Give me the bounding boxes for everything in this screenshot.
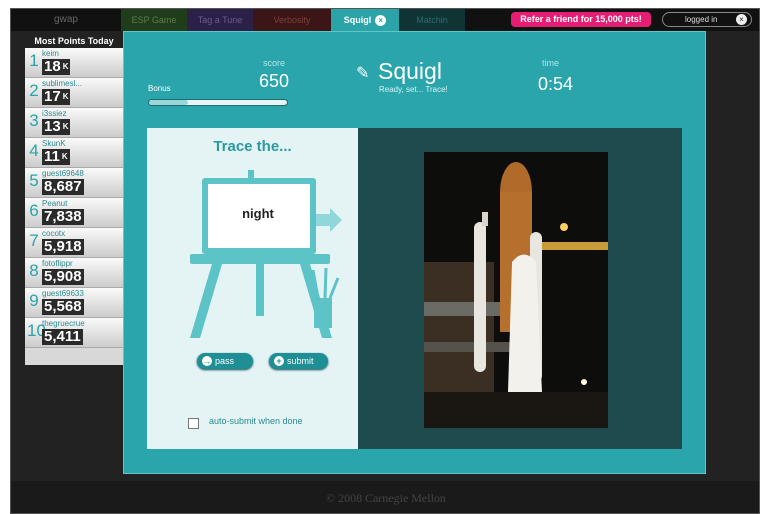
- leaderboard-row: 10 thegruecrue 5,411: [25, 318, 123, 348]
- footer-org: Carnegie Mellon: [364, 491, 446, 505]
- leaderboard-points: 5,411: [42, 329, 83, 345]
- bonus-bar-fill: [149, 100, 188, 105]
- leaderboard-row: 6 Peanut 7,838: [25, 198, 123, 228]
- tab-squigl[interactable]: Squigl ×: [331, 9, 399, 31]
- submit-label: submit: [287, 356, 314, 366]
- bonus-label: Bonus: [148, 84, 171, 93]
- bonus-bar: [148, 99, 288, 106]
- leaderboard-row: 5 guest69648 8,687: [25, 168, 123, 198]
- leaderboard-rank: 3: [29, 111, 39, 130]
- points-value: 5,568: [44, 298, 82, 315]
- leaderboard-row: 7 cocotx 5,918: [25, 228, 123, 258]
- tab-verbosity[interactable]: Verbosity: [253, 9, 331, 31]
- leaderboard-name[interactable]: Peanut: [42, 199, 106, 208]
- pass-button[interactable]: → pass: [197, 353, 253, 369]
- points-value: 13: [44, 118, 61, 135]
- game-panel: score 650 Bonus ✎ Squigl Ready, set... T…: [123, 31, 706, 474]
- trace-prompt: Trace the...: [213, 138, 292, 155]
- points-suffix: K: [61, 152, 68, 162]
- points-value: 7,838: [44, 208, 82, 225]
- leaderboard-rank: 9: [29, 291, 39, 310]
- leaderboard-rank: 2: [29, 81, 39, 100]
- leaderboard-rank: 8: [29, 261, 39, 280]
- footer-prefix: © 2008: [326, 491, 363, 505]
- points-value: 18: [44, 58, 61, 75]
- leaderboard: Most Points Today 1 keim 18 K 2 sublimesl... 1…: [25, 35, 123, 365]
- time-label: time: [542, 58, 560, 68]
- leaderboard-rank: 4: [29, 141, 39, 160]
- leaderboard-points: 5,918: [42, 239, 84, 255]
- score-value: 650: [258, 71, 290, 91]
- leaderboard-row: 1 keim 18 K: [25, 48, 123, 78]
- leaderboard-row: 8 fotoflippr 5,908: [25, 258, 123, 288]
- leaderboard-row: 9 guest69633 5,568: [25, 288, 123, 318]
- leaderboard-row: 2 sublimesl... 17 K: [25, 78, 123, 108]
- leaderboard-rank: 7: [29, 231, 39, 250]
- pass-label: pass: [215, 356, 235, 366]
- top-nav: gwap ESP Game Tag a Tune Verbosity Squig…: [11, 9, 759, 31]
- target-word: night: [242, 206, 274, 221]
- close-icon[interactable]: ×: [375, 15, 387, 26]
- leaderboard-points: 18 K: [42, 58, 71, 75]
- points-value: 5,411: [44, 328, 81, 345]
- leaderboard-name[interactable]: guest69648: [42, 169, 106, 178]
- pencil-icon: ✎: [356, 65, 370, 82]
- brand-logo[interactable]: gwap: [11, 9, 121, 31]
- leaderboard-rank: 10: [27, 321, 46, 340]
- leaderboard-points: 5,568: [42, 299, 84, 315]
- leaderboard-points: 11 K: [42, 149, 70, 165]
- auto-submit-checkbox[interactable]: [188, 418, 199, 429]
- leaderboard-name[interactable]: thegruecrue: [42, 319, 106, 328]
- app-frame: gwap ESP Game Tag a Tune Verbosity Squig…: [10, 8, 760, 514]
- leaderboard-name[interactable]: cocotx: [42, 229, 106, 238]
- leaderboard-points: 17 K: [42, 88, 71, 105]
- leaderboard-rank: 6: [29, 201, 39, 220]
- points-suffix: K: [62, 62, 69, 72]
- tab-squigl-label: Squigl: [343, 15, 372, 25]
- leaderboard-row: 3 i3ssiez 13 K: [25, 108, 123, 138]
- auto-submit-label: auto-submit when done: [209, 416, 303, 426]
- prompt-panel: Trace the... night → pass + submit auto-su…: [147, 128, 358, 449]
- time-value: 0:54: [538, 74, 574, 94]
- leaderboard-points: 7,838: [42, 209, 84, 225]
- leaderboard-points: 13 K: [42, 118, 71, 135]
- submit-button[interactable]: + submit: [269, 353, 328, 369]
- leaderboard-points: 5,908: [42, 269, 84, 285]
- leaderboard-title: Most Points Today: [25, 35, 123, 48]
- points-value: 11: [44, 148, 60, 165]
- login-status[interactable]: logged in ×: [662, 12, 752, 27]
- tab-matchin[interactable]: Matchin: [399, 9, 465, 31]
- leaderboard-name[interactable]: i3ssiez: [42, 109, 106, 118]
- leaderboard-points: 8,687: [42, 179, 84, 195]
- tab-tag-a-tune[interactable]: Tag a Tune: [187, 9, 253, 31]
- leaderboard-name[interactable]: fotoflippr: [42, 259, 106, 268]
- leaderboard-name[interactable]: guest69633: [42, 289, 106, 298]
- game-subtitle: Ready, set... Trace!: [379, 85, 448, 94]
- easel-icon: [190, 170, 342, 338]
- leaderboard-name[interactable]: keim: [42, 49, 106, 58]
- points-value: 17: [44, 88, 61, 105]
- points-value: 5,908: [44, 268, 82, 285]
- leaderboard-row: 4 SkunK 11 K: [25, 138, 123, 168]
- game-title: Squigl: [378, 58, 442, 84]
- tab-esp-game[interactable]: ESP Game: [121, 9, 187, 31]
- plus-icon: +: [274, 356, 284, 366]
- footer: © 2008 Carnegie Mellon: [11, 481, 759, 513]
- points-value: 5,918: [44, 238, 82, 255]
- refer-friend-button[interactable]: Refer a friend for 15,000 pts!: [511, 12, 651, 27]
- points-value: 8,687: [44, 178, 82, 195]
- score-label: score: [262, 58, 285, 68]
- leaderboard-name[interactable]: SkunK: [42, 139, 106, 148]
- logout-icon[interactable]: ×: [736, 14, 747, 25]
- leaderboard-name[interactable]: sublimesl...: [42, 79, 106, 88]
- leaderboard-rank: 5: [29, 171, 39, 190]
- space-shuttle-photo[interactable]: [424, 152, 608, 428]
- login-label: logged in: [685, 15, 718, 24]
- leaderboard-rank: 1: [29, 51, 39, 70]
- arrow-right-icon: →: [202, 356, 212, 366]
- image-panel: [358, 128, 682, 449]
- points-suffix: K: [62, 92, 69, 102]
- points-suffix: K: [62, 122, 69, 132]
